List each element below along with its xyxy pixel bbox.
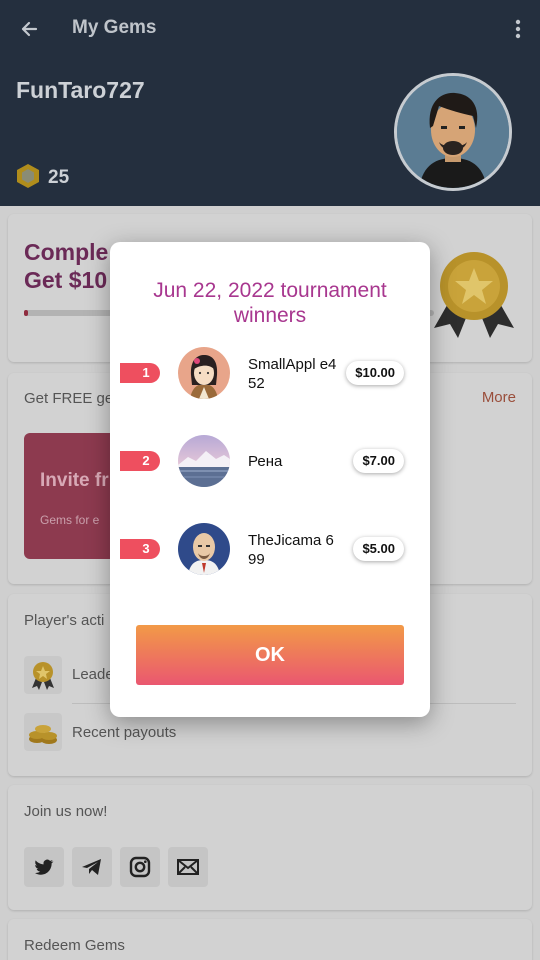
winner-name: Рена bbox=[248, 453, 283, 470]
winner-name: TheJicama 699 bbox=[248, 532, 334, 568]
winner-row: 3 TheJicama 699 $5.00 bbox=[110, 519, 430, 579]
rank-number: 1 bbox=[142, 365, 150, 380]
bald-man-avatar-icon bbox=[178, 523, 230, 575]
winner-row: 2 Рена $7.00 bbox=[110, 431, 430, 491]
prize-badge: $7.00 bbox=[353, 449, 404, 473]
prize-badge: $10.00 bbox=[346, 361, 404, 385]
winner-row: 1 SmallAppl e452 $10.00 bbox=[110, 343, 430, 403]
winner-name: SmallAppl e452 bbox=[248, 356, 337, 392]
girl-avatar-icon bbox=[178, 347, 230, 399]
tournament-winners-dialog: Jun 22, 2022 tournament winners 1 SmallA… bbox=[110, 242, 430, 717]
ok-button[interactable]: OK bbox=[136, 625, 404, 685]
prize-badge: $5.00 bbox=[353, 537, 404, 561]
rank-number: 2 bbox=[142, 453, 150, 468]
landscape-avatar-icon bbox=[178, 435, 230, 487]
rank-number: 3 bbox=[142, 541, 150, 556]
dialog-title: Jun 22, 2022 tournament winners bbox=[153, 279, 387, 327]
